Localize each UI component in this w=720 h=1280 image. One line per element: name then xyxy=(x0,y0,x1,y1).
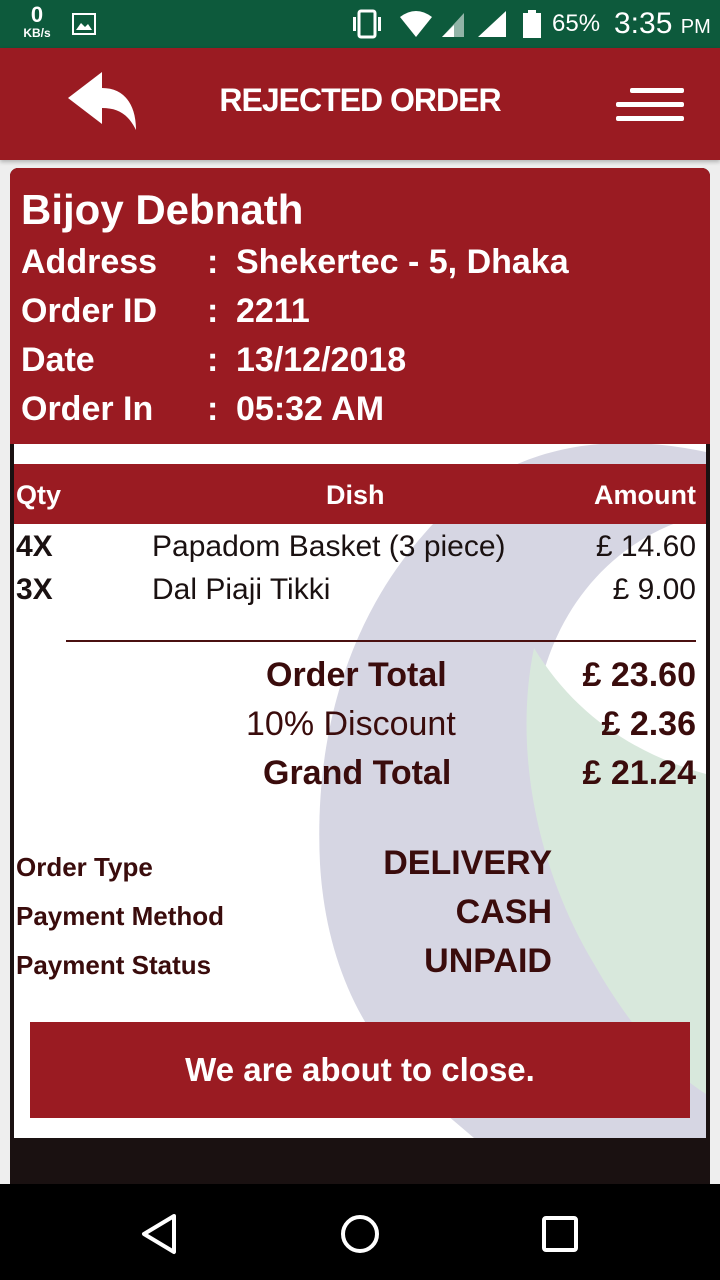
image-icon xyxy=(72,13,96,35)
network-speed-value: 0 xyxy=(30,2,44,27)
divider xyxy=(66,640,696,642)
item-amount: £ 9.00 xyxy=(612,573,696,606)
signal-icon-2 xyxy=(478,11,506,37)
order-card: Bijoy Debnath Address : Shekertec - 5, D… xyxy=(10,168,710,1184)
order-type-row: Order Type DELIVERY xyxy=(16,844,596,884)
discount-label: 10% Discount xyxy=(246,705,456,743)
info-separator: : xyxy=(207,341,219,379)
order-total-label: Order Total xyxy=(266,656,447,694)
info-label: Order In xyxy=(21,390,154,428)
payment-status-row: Payment Status UNPAID xyxy=(16,942,596,982)
clock: 3:35 PM xyxy=(614,7,711,41)
column-header-qty: Qty xyxy=(16,480,62,510)
info-separator: : xyxy=(207,292,219,330)
items-table-header: Qty Dish Amount xyxy=(14,464,706,524)
info-label: Address xyxy=(21,243,158,281)
back-triangle-icon[interactable] xyxy=(134,1208,186,1260)
customer-name: Bijoy Debnath xyxy=(21,186,304,233)
battery-icon xyxy=(523,10,541,38)
payment-status-label: Payment Status xyxy=(16,950,212,980)
payment-method-value: CASH xyxy=(455,893,552,931)
grand-total-value: £ 21.24 xyxy=(582,754,696,792)
info-label: Order ID xyxy=(21,292,158,330)
network-speed: 0 KB/s xyxy=(20,2,54,40)
network-speed-unit: KB/s xyxy=(23,26,51,40)
info-separator: : xyxy=(207,390,219,428)
table-row: 4X Papadom Basket (3 piece) £ 14.60 xyxy=(14,530,706,570)
clock-time: 3:35 xyxy=(614,7,673,40)
app-bar: REJECTED ORDER xyxy=(0,48,720,160)
item-amount: £ 14.60 xyxy=(595,530,696,563)
system-navigation-bar xyxy=(0,1184,720,1280)
payment-method-label: Payment Method xyxy=(16,901,225,931)
payment-method-row: Payment Method CASH xyxy=(16,893,596,933)
item-qty: 4X xyxy=(16,530,53,563)
info-value-date: 13/12/2018 xyxy=(236,341,407,379)
closing-notice-banner[interactable]: We are about to close. xyxy=(30,1022,690,1118)
menu-button[interactable] xyxy=(612,84,688,128)
order-type-value: DELIVERY xyxy=(383,844,552,882)
order-body: Qty Dish Amount 4X Papadom Basket (3 pie… xyxy=(14,444,706,1138)
column-header-dish: Dish xyxy=(326,480,385,510)
item-dish: Papadom Basket (3 piece) xyxy=(152,530,506,563)
item-dish: Dal Piaji Tikki xyxy=(152,573,331,606)
home-circle-icon[interactable] xyxy=(334,1208,386,1260)
grand-total-row: Grand Total £ 21.24 xyxy=(14,754,706,800)
info-separator: : xyxy=(207,243,219,281)
battery-percent: 65% xyxy=(552,10,601,37)
clock-suffix: PM xyxy=(680,16,711,38)
payment-status-value: UNPAID xyxy=(424,942,552,980)
order-type-label: Order Type xyxy=(16,852,153,882)
discount-row: 10% Discount £ 2.36 xyxy=(14,705,706,751)
recents-square-icon[interactable] xyxy=(534,1208,586,1260)
hamburger-menu-icon xyxy=(616,102,684,107)
info-value-order-in: 05:32 AM xyxy=(236,390,385,428)
table-row: 3X Dal Piaji Tikki £ 9.00 xyxy=(14,573,706,613)
status-bar: 0 KB/s 65% 3:35 PM xyxy=(0,0,720,48)
order-total-row: Order Total £ 23.60 xyxy=(14,656,706,702)
info-label: Date xyxy=(21,341,95,379)
info-value-order-id: 2211 xyxy=(236,292,310,330)
hamburger-menu-icon xyxy=(616,116,684,121)
vibrate-icon xyxy=(353,9,381,39)
hamburger-menu-icon xyxy=(630,88,684,93)
grand-total-label: Grand Total xyxy=(263,754,452,792)
status-icons xyxy=(353,9,506,39)
order-header: Bijoy Debnath Address : Shekertec - 5, D… xyxy=(10,168,710,444)
info-value-address: Shekertec - 5, Dhaka xyxy=(236,243,569,281)
item-qty: 3X xyxy=(16,573,53,606)
column-header-amount: Amount xyxy=(594,480,696,510)
discount-value: £ 2.36 xyxy=(601,705,696,743)
order-total-value: £ 23.60 xyxy=(582,656,696,694)
wifi-icon xyxy=(400,11,432,37)
